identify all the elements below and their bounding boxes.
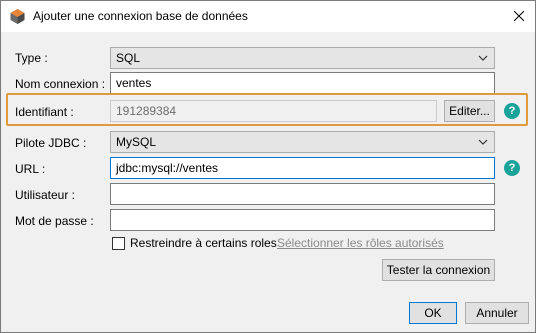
utilisateur-input[interactable] <box>110 183 495 205</box>
window-title: Ajouter une connexion base de données <box>33 9 248 23</box>
type-select-value: SQL <box>116 51 141 65</box>
mot-de-passe-label: Mot de passe : <box>15 214 94 228</box>
pilote-jdbc-select[interactable]: MySQL <box>110 131 495 153</box>
restrict-roles-label[interactable]: Restreindre à certains roles <box>130 236 277 250</box>
ok-button[interactable]: OK <box>409 302 457 324</box>
url-label: URL : <box>15 162 46 176</box>
identifiant-input: 191289384 <box>110 100 437 122</box>
url-input[interactable]: jdbc:mysql://ventes <box>110 157 495 179</box>
nom-connexion-input[interactable]: ventes <box>110 72 495 94</box>
cancel-button[interactable]: Annuler <box>465 302 529 324</box>
test-connection-button[interactable]: Tester la connexion <box>382 259 495 281</box>
type-label: Type : <box>15 51 48 65</box>
close-button[interactable] <box>506 5 532 27</box>
identifiant-label: Identifiant : <box>15 105 74 119</box>
chevron-down-icon <box>478 139 488 145</box>
close-icon <box>514 11 524 21</box>
select-roles-link[interactable]: Sélectionner les rôles autorisés <box>277 236 444 250</box>
title-bar: Ajouter une connexion base de données <box>1 1 535 32</box>
utilisateur-label: Utilisateur : <box>15 188 76 202</box>
chevron-down-icon <box>478 55 488 61</box>
identifiant-help-icon[interactable]: ? <box>504 103 520 119</box>
pilote-jdbc-select-value: MySQL <box>116 135 157 149</box>
url-help-icon[interactable]: ? <box>504 160 520 176</box>
mot-de-passe-input[interactable] <box>110 209 495 231</box>
pilote-jdbc-label: Pilote JDBC : <box>15 136 87 150</box>
restrict-roles-checkbox[interactable] <box>112 237 125 250</box>
edit-identifiant-button[interactable]: Editer... <box>444 100 495 122</box>
app-logo-icon <box>9 8 26 25</box>
type-select[interactable]: SQL <box>110 47 495 69</box>
nom-connexion-label: Nom connexion : <box>15 77 106 91</box>
add-db-connection-dialog: Ajouter une connexion base de données Ty… <box>0 0 536 333</box>
